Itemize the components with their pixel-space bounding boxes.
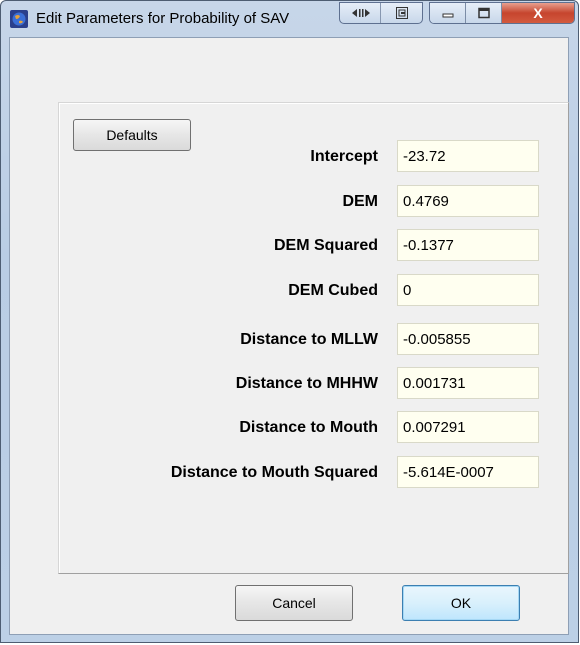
param-field-distance-mouth-squared[interactable]: -5.614E-0007: [397, 456, 539, 488]
ok-button[interactable]: OK: [402, 585, 520, 621]
param-label-intercept: Intercept: [310, 148, 378, 165]
param-field-intercept[interactable]: -23.72: [397, 140, 539, 172]
param-label-distance-mouth-squared: Distance to Mouth Squared: [170, 464, 378, 481]
param-field-distance-mouth[interactable]: 0.007291: [397, 411, 539, 443]
param-label-distance-mouth: Distance to Mouth: [239, 419, 378, 436]
maximize-icon[interactable]: [466, 3, 502, 23]
param-label-dem: DEM: [342, 193, 378, 210]
param-field-distance-mhhw[interactable]: 0.001731: [397, 367, 539, 399]
title-extra-buttons: [339, 2, 423, 24]
title-bar[interactable]: Edit Parameters for Probability of SAV X: [1, 1, 578, 37]
param-label-distance-mllw: Distance to MLLW: [240, 331, 378, 348]
window-title: Edit Parameters for Probability of SAV: [36, 10, 290, 27]
restore-icon[interactable]: [384, 3, 420, 23]
title-button-separator: [380, 3, 381, 23]
globe-icon: [10, 10, 28, 28]
resize-icon[interactable]: [344, 3, 378, 23]
param-label-distance-mhhw: Distance to MHHW: [235, 375, 378, 392]
dialog-window: Edit Parameters for Probability of SAV X…: [0, 0, 579, 643]
minimize-icon[interactable]: [430, 3, 466, 23]
param-field-dem-squared[interactable]: -0.1377: [397, 229, 539, 261]
param-label-dem-cubed: DEM Cubed: [288, 282, 378, 299]
dialog-body: Defaults Intercept -23.72 DEM 0.4769 DEM…: [9, 37, 569, 635]
close-icon[interactable]: X: [502, 3, 574, 23]
param-field-dem-cubed[interactable]: 0: [397, 274, 539, 306]
cancel-button[interactable]: Cancel: [235, 585, 353, 621]
window-controls: X: [429, 2, 575, 24]
defaults-button[interactable]: Defaults: [73, 119, 191, 151]
param-label-dem-squared: DEM Squared: [273, 237, 378, 254]
param-field-distance-mllw[interactable]: -0.005855: [397, 323, 539, 355]
param-field-dem[interactable]: 0.4769: [397, 185, 539, 217]
